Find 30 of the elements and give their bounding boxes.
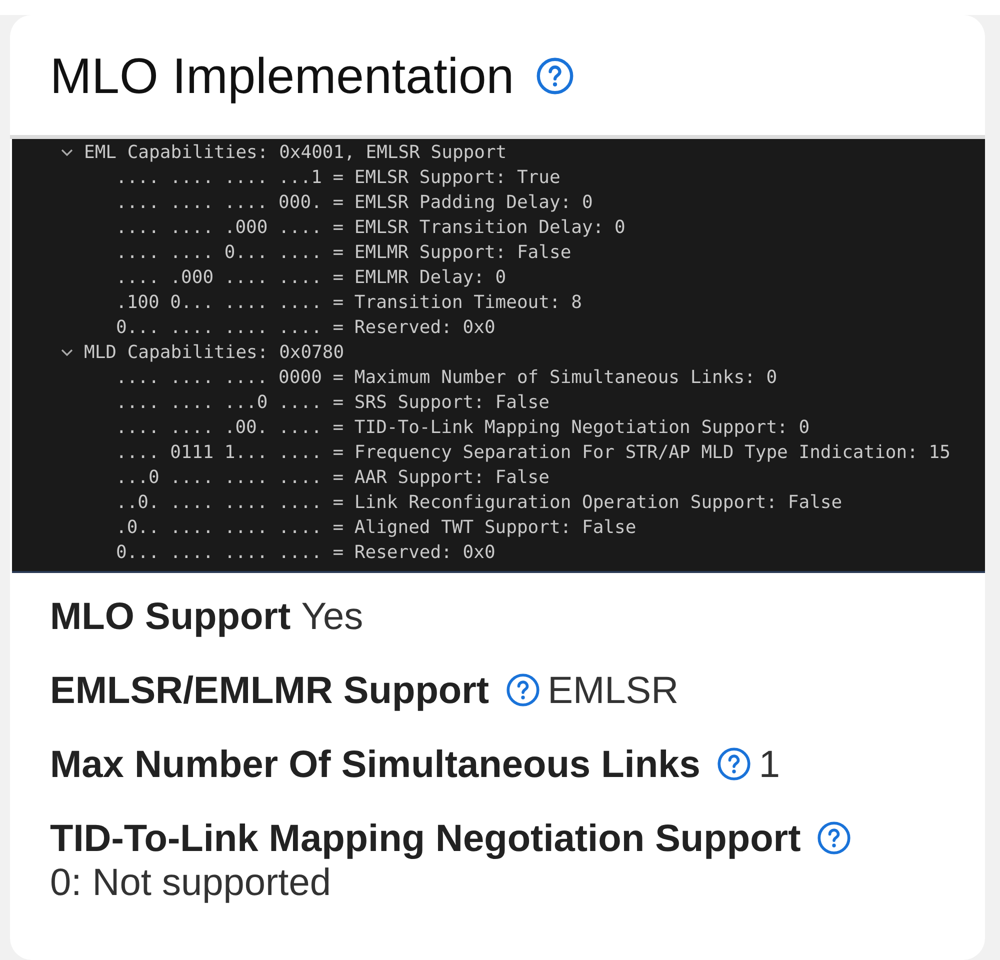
field-label: Max Number Of Simultaneous Links — [50, 744, 700, 786]
capture-line: ..0. .... .... .... = Link Reconfiguration Operation Support: False — [116, 491, 842, 515]
capture-line: 0... .... .... .... = Reserved: 0x0 — [116, 316, 496, 340]
field-value: 1 — [758, 743, 780, 787]
capture-line: .... .... 0... .... = EMLMR Support: False — [116, 241, 572, 265]
capture-line: EML Capabilities: 0x4001, EMLSR Support — [84, 141, 507, 165]
help-icon[interactable] — [506, 673, 540, 707]
capture-line: ...0 .... .... .... = AAR Support: False — [116, 466, 550, 490]
field-value: Yes — [301, 595, 364, 639]
capture-line: .... .... .000 .... = EMLSR Transition Delay: 0 — [116, 216, 626, 240]
capture-line: .... .000 .... .... = EMLMR Delay: 0 — [116, 266, 506, 290]
capture-line: .0.. .... .... .... = Aligned TWT Support: False — [116, 516, 636, 540]
capture-line: MLD Capabilities: 0x0780 — [84, 341, 344, 365]
field-label: EMLSR/EMLMR Support — [50, 670, 490, 712]
field-value: EMLSR — [548, 669, 679, 713]
capture-line: .... .... .... 0000 = Maximum Number of Simultaneous Links: 0 — [116, 366, 778, 390]
capture-line: .... 0111 1... .... = Frequency Separation For STR/AP MLD Type Indication: 15 — [116, 441, 950, 465]
capture-line: 0... .... .... .... = Reserved: 0x0 — [116, 541, 496, 565]
help-icon[interactable] — [817, 821, 852, 855]
section-title: MLO Implementation — [50, 47, 514, 105]
help-icon[interactable] — [536, 57, 574, 95]
field-value: 0: Not supported — [50, 861, 331, 905]
capture-line: .... .... .00. .... = TID-To-Link Mapping Negotiation Support: 0 — [116, 416, 810, 440]
capture-line: .... .... .... 000. = EMLSR Padding Delay: 0 — [116, 191, 593, 215]
field-label: MLO Support — [50, 596, 291, 638]
capture-line: .... .... .... ...1 = EMLSR Support: True — [116, 166, 560, 190]
help-icon[interactable] — [716, 747, 751, 781]
capture-line: .100 0... .... .... = Transition Timeout: 8 — [116, 291, 582, 315]
capture-line: .... .... ...0 .... = SRS Support: False — [116, 391, 550, 415]
field-label: TID-To-Link Mapping Negotiation Support — [50, 818, 801, 860]
